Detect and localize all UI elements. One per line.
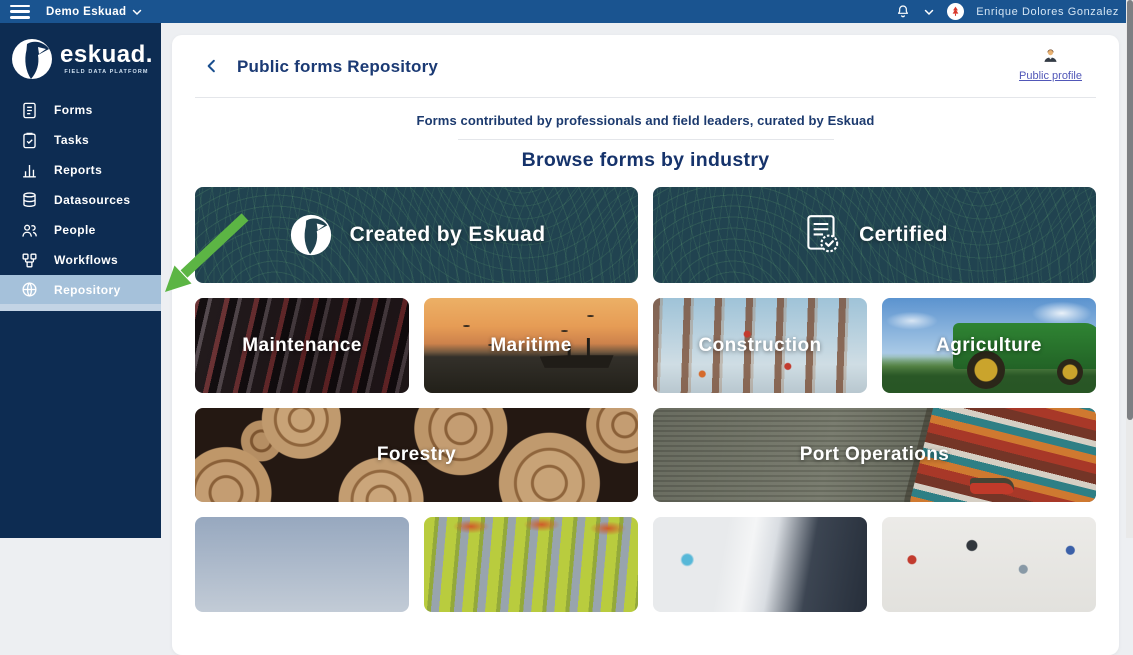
sidebar-item-label: Repository bbox=[54, 282, 121, 297]
hamburger-menu-icon[interactable] bbox=[10, 4, 30, 19]
card-label: Forestry bbox=[376, 444, 457, 465]
person-bust-icon bbox=[1044, 49, 1057, 62]
user-avatar[interactable] bbox=[947, 3, 965, 20]
card-partial-2[interactable] bbox=[424, 517, 638, 612]
user-name-label: Enrique Dolores Gonzalez bbox=[976, 5, 1119, 18]
workflow-icon bbox=[22, 252, 37, 268]
card-partial-4[interactable] bbox=[882, 517, 1096, 612]
sidebar-item-people[interactable]: People bbox=[0, 215, 161, 245]
topbar: Demo Eskuad Enrique Dolores Gonzalez bbox=[0, 0, 1133, 23]
logo-tagline: Field Data Platform bbox=[64, 69, 149, 75]
page-header: Public forms Repository Public profile bbox=[195, 35, 1096, 97]
red-tree-icon bbox=[952, 6, 959, 16]
certificate-badge-icon bbox=[807, 215, 839, 253]
bird-silhouette bbox=[462, 324, 470, 327]
card-maritime[interactable]: Maritime bbox=[424, 298, 638, 393]
sidebar-item-reports[interactable]: Reports bbox=[0, 155, 161, 185]
clipboard-check-icon bbox=[23, 132, 36, 148]
category-cards: Created by Eskuad Certified Maintenance … bbox=[195, 187, 1096, 612]
active-item-strip bbox=[0, 304, 161, 311]
browse-heading: Browse forms by industry bbox=[521, 149, 770, 171]
sidebar-item-repository[interactable]: Repository bbox=[0, 275, 161, 304]
scrollbar-thumb[interactable] bbox=[1126, 0, 1133, 420]
main-area: Public forms Repository Public profile F… bbox=[161, 23, 1133, 655]
database-icon bbox=[23, 191, 36, 207]
card-label: Maintenance bbox=[242, 334, 362, 356]
repository-subtitle: Forms contributed by professionals and f… bbox=[416, 113, 875, 128]
eskuad-bird-icon bbox=[12, 39, 53, 79]
eskuad-bird-icon bbox=[290, 214, 331, 256]
card-label: Agriculture bbox=[936, 334, 1042, 356]
sidebar-item-label: Workflows bbox=[54, 253, 119, 267]
sidebar-item-label: Forms bbox=[54, 103, 93, 117]
bar-chart-icon bbox=[23, 164, 36, 178]
sidebar-item-label: Reports bbox=[54, 163, 103, 177]
eskuad-logo: eskuad. Field Data Platform bbox=[0, 23, 161, 93]
card-label: Maritime bbox=[490, 334, 572, 356]
card-forestry[interactable]: Forestry bbox=[195, 408, 638, 502]
sidebar-item-label: Tasks bbox=[54, 133, 90, 147]
sidebar-item-workflows[interactable]: Workflows bbox=[0, 245, 161, 275]
notification-bell-icon[interactable] bbox=[895, 4, 911, 20]
logo-wordmark: eskuad. bbox=[60, 41, 153, 68]
card-certified[interactable]: Certified bbox=[653, 187, 1096, 283]
org-name-label: Demo Eskuad bbox=[46, 5, 127, 18]
bird-silhouette bbox=[586, 315, 594, 318]
card-construction[interactable]: Construction bbox=[653, 298, 867, 393]
card-maintenance[interactable]: Maintenance bbox=[195, 298, 409, 393]
document-icon bbox=[23, 102, 36, 118]
card-label: Construction bbox=[698, 334, 822, 356]
sidebar-item-forms[interactable]: Forms bbox=[0, 95, 161, 125]
content-panel: Public forms Repository Public profile F… bbox=[172, 35, 1119, 655]
back-chevron-icon[interactable] bbox=[203, 57, 221, 75]
tugboat-graphic bbox=[970, 478, 1014, 494]
globe-icon bbox=[22, 282, 37, 297]
bird-silhouette bbox=[560, 330, 568, 333]
chevron-down-icon bbox=[133, 9, 142, 15]
sidebar: eskuad. Field Data Platform Forms Tasks … bbox=[0, 23, 161, 538]
card-partial-3[interactable] bbox=[653, 517, 867, 612]
header-divider bbox=[195, 97, 1096, 98]
card-partial-1[interactable] bbox=[195, 517, 409, 612]
sidebar-item-tasks[interactable]: Tasks bbox=[0, 125, 161, 155]
sidebar-item-label: Datasources bbox=[54, 193, 131, 207]
public-profile-link[interactable]: Public profile bbox=[1019, 70, 1082, 82]
public-profile-box: Public profile bbox=[1019, 47, 1082, 84]
org-switcher[interactable]: Demo Eskuad bbox=[46, 6, 143, 18]
sidebar-nav: Forms Tasks Reports Datasources People W… bbox=[0, 95, 161, 311]
card-created-by-eskuad[interactable]: Created by Eskuad bbox=[195, 187, 638, 283]
user-menu-chevron-icon[interactable] bbox=[923, 6, 935, 18]
card-label: Certified bbox=[859, 223, 948, 246]
subtitle-divider bbox=[457, 139, 834, 140]
card-label: Port Operations bbox=[799, 444, 950, 465]
page-title: Public forms Repository bbox=[237, 57, 439, 76]
card-agriculture[interactable]: Agriculture bbox=[882, 298, 1096, 393]
card-port-operations[interactable]: Port Operations bbox=[653, 408, 1096, 502]
sidebar-item-datasources[interactable]: Datasources bbox=[0, 185, 161, 215]
sidebar-item-label: People bbox=[54, 223, 96, 237]
card-label: Created by Eskuad bbox=[349, 223, 546, 246]
scrollbar-track[interactable] bbox=[1126, 0, 1133, 538]
people-icon bbox=[22, 224, 37, 237]
